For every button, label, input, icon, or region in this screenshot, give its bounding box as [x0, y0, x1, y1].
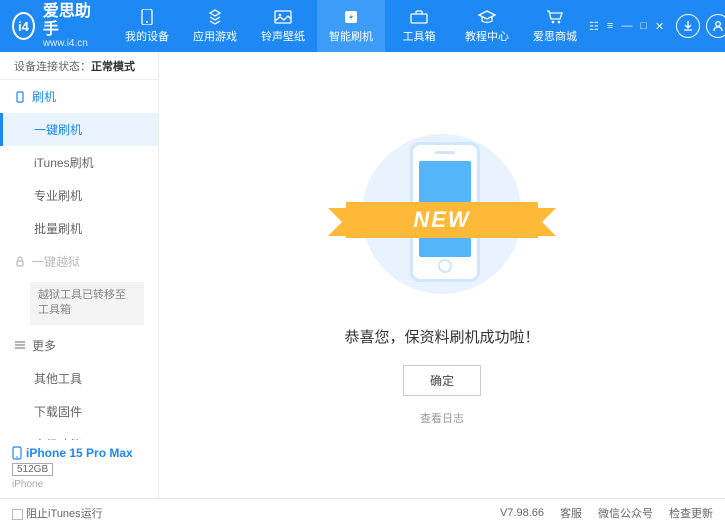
- lock-icon: [14, 256, 26, 268]
- flash-icon: [341, 9, 361, 25]
- device-name: iPhone 15 Pro Max: [26, 446, 133, 460]
- nav-ringtones[interactable]: 铃声壁纸: [249, 0, 317, 52]
- status-label: 设备连接状态：: [14, 58, 91, 74]
- flash-small-icon: [14, 91, 26, 103]
- skin-icon[interactable]: ☷: [589, 20, 599, 33]
- nav-label: 应用游戏: [193, 28, 237, 44]
- graduation-icon: [477, 9, 497, 25]
- jailbreak-note[interactable]: 越狱工具已转移至工具箱: [30, 282, 144, 325]
- view-log-link[interactable]: 查看日志: [420, 410, 464, 426]
- cart-icon: [545, 9, 565, 25]
- ok-button[interactable]: 确定: [403, 365, 481, 396]
- success-illustration: NEW: [352, 124, 532, 304]
- maximize-icon[interactable]: □: [640, 20, 647, 32]
- sidebar-item-pro[interactable]: 专业刷机: [0, 179, 158, 212]
- nav-label: 教程中心: [465, 28, 509, 44]
- check-update-link[interactable]: 检查更新: [669, 505, 713, 521]
- sidebar: 设备连接状态： 正常模式 刷机 一键刷机 iTunes刷机 专业刷机 批量刷机 …: [0, 52, 159, 498]
- footer: 阻止iTunes运行 V7.98.66 客服 微信公众号 检查更新: [0, 498, 725, 527]
- nav-label: 爱思商城: [533, 28, 577, 44]
- nav-label: 智能刷机: [329, 28, 373, 44]
- sidebar-head-label: 一键越狱: [32, 253, 80, 270]
- wechat-link[interactable]: 微信公众号: [598, 505, 653, 521]
- top-nav: 我的设备 应用游戏 铃声壁纸 智能刷机 工具箱 教程中心 爱思商城: [113, 0, 589, 52]
- checkbox-label: 阻止iTunes运行: [26, 508, 103, 520]
- device-status: 设备连接状态： 正常模式: [0, 52, 158, 80]
- sidebar-item-download-fw[interactable]: 下载固件: [0, 395, 158, 428]
- menu-icon[interactable]: ≡: [607, 20, 613, 32]
- success-message: 恭喜您，保资料刷机成功啦！: [344, 326, 539, 347]
- nav-label: 我的设备: [125, 28, 169, 44]
- nav-store[interactable]: 爱思商城: [521, 0, 589, 52]
- image-icon: [273, 9, 293, 25]
- phone-icon: [137, 9, 157, 25]
- sidebar-item-oneclick[interactable]: 一键刷机: [0, 113, 158, 146]
- window-controls: ☷ ≡ — □ ✕: [589, 20, 664, 33]
- sidebar-item-batch[interactable]: 批量刷机: [0, 212, 158, 245]
- app-name: 爱思助手: [43, 3, 93, 38]
- sidebar-item-advanced[interactable]: 高级功能: [0, 428, 158, 440]
- device-phone-icon: [12, 446, 22, 460]
- app-site: www.i4.cn: [43, 38, 93, 49]
- download-button[interactable]: [676, 14, 700, 38]
- nav-label: 工具箱: [403, 28, 436, 44]
- sidebar-head-jailbreak: 一键越狱: [0, 245, 158, 278]
- nav-label: 铃声壁纸: [261, 28, 305, 44]
- nav-apps-games[interactable]: 应用游戏: [181, 0, 249, 52]
- block-itunes-checkbox[interactable]: 阻止iTunes运行: [12, 505, 103, 521]
- device-capacity: 512GB: [12, 463, 53, 476]
- sidebar-head-more[interactable]: 更多: [0, 329, 158, 362]
- device-type: iPhone: [12, 479, 146, 490]
- status-mode: 正常模式: [91, 58, 135, 74]
- nav-my-device[interactable]: 我的设备: [113, 0, 181, 52]
- logo-icon: i4: [12, 12, 35, 40]
- new-ribbon: NEW: [346, 202, 538, 238]
- nav-toolbox[interactable]: 工具箱: [385, 0, 453, 52]
- minimize-icon[interactable]: —: [621, 20, 632, 32]
- nav-smart-flash[interactable]: 智能刷机: [317, 0, 385, 52]
- main-content: NEW 恭喜您，保资料刷机成功啦！ 确定 查看日志: [159, 52, 725, 498]
- titlebar: i4 爱思助手 www.i4.cn 我的设备 应用游戏 铃声壁纸 智能刷机 工具…: [0, 0, 725, 52]
- more-icon: [14, 339, 26, 351]
- sidebar-head-label: 更多: [32, 337, 56, 354]
- close-icon[interactable]: ✕: [655, 20, 664, 33]
- toolbox-icon: [409, 9, 429, 25]
- app-logo: i4 爱思助手 www.i4.cn: [12, 3, 93, 49]
- user-button[interactable]: [706, 14, 725, 38]
- sidebar-item-itunes[interactable]: iTunes刷机: [0, 146, 158, 179]
- nav-tutorials[interactable]: 教程中心: [453, 0, 521, 52]
- sidebar-head-flash[interactable]: 刷机: [0, 80, 158, 113]
- device-info[interactable]: iPhone 15 Pro Max 512GB iPhone: [0, 440, 158, 498]
- sidebar-item-othertools[interactable]: 其他工具: [0, 362, 158, 395]
- version-label: V7.98.66: [500, 507, 544, 519]
- apps-icon: [205, 9, 225, 25]
- support-link[interactable]: 客服: [560, 505, 582, 521]
- sidebar-head-label: 刷机: [32, 88, 56, 105]
